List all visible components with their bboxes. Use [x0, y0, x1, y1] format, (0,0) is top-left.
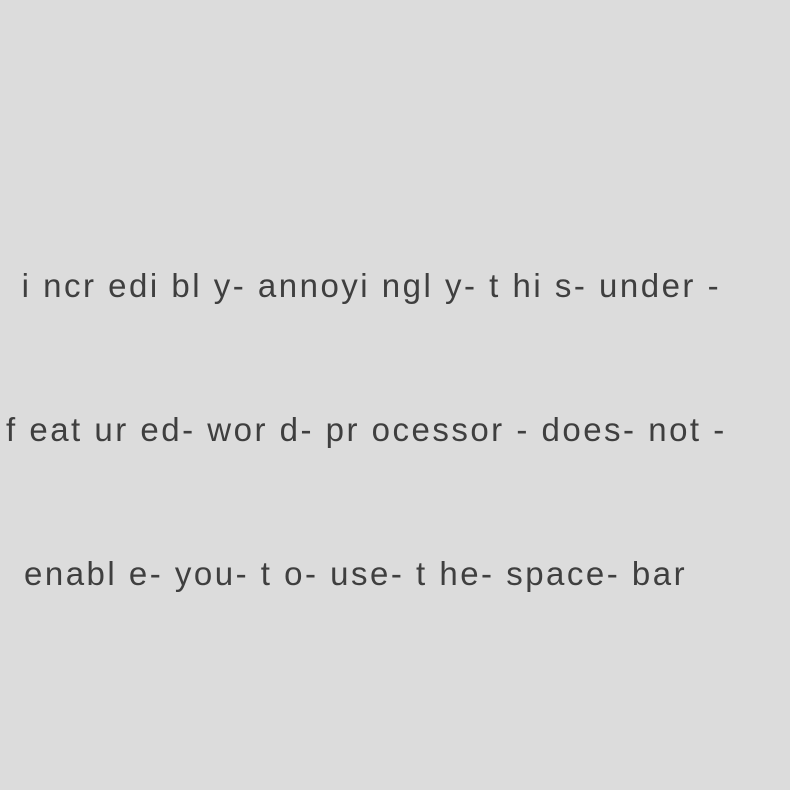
text-line-3: enabl e- you- t o- use- t he- space- bar — [24, 555, 688, 592]
text-line-1: i ncr edi bl y- annoyi ngl y- t hi s- un… — [10, 267, 722, 304]
text-line-2: f eat ur ed- wor d- pr ocessor - does- n… — [6, 411, 727, 448]
page-canvas: i ncr edi bl y- annoyi ngl y- t hi s- un… — [0, 0, 790, 790]
text-block: i ncr edi bl y- annoyi ngl y- t hi s- un… — [0, 166, 790, 694]
